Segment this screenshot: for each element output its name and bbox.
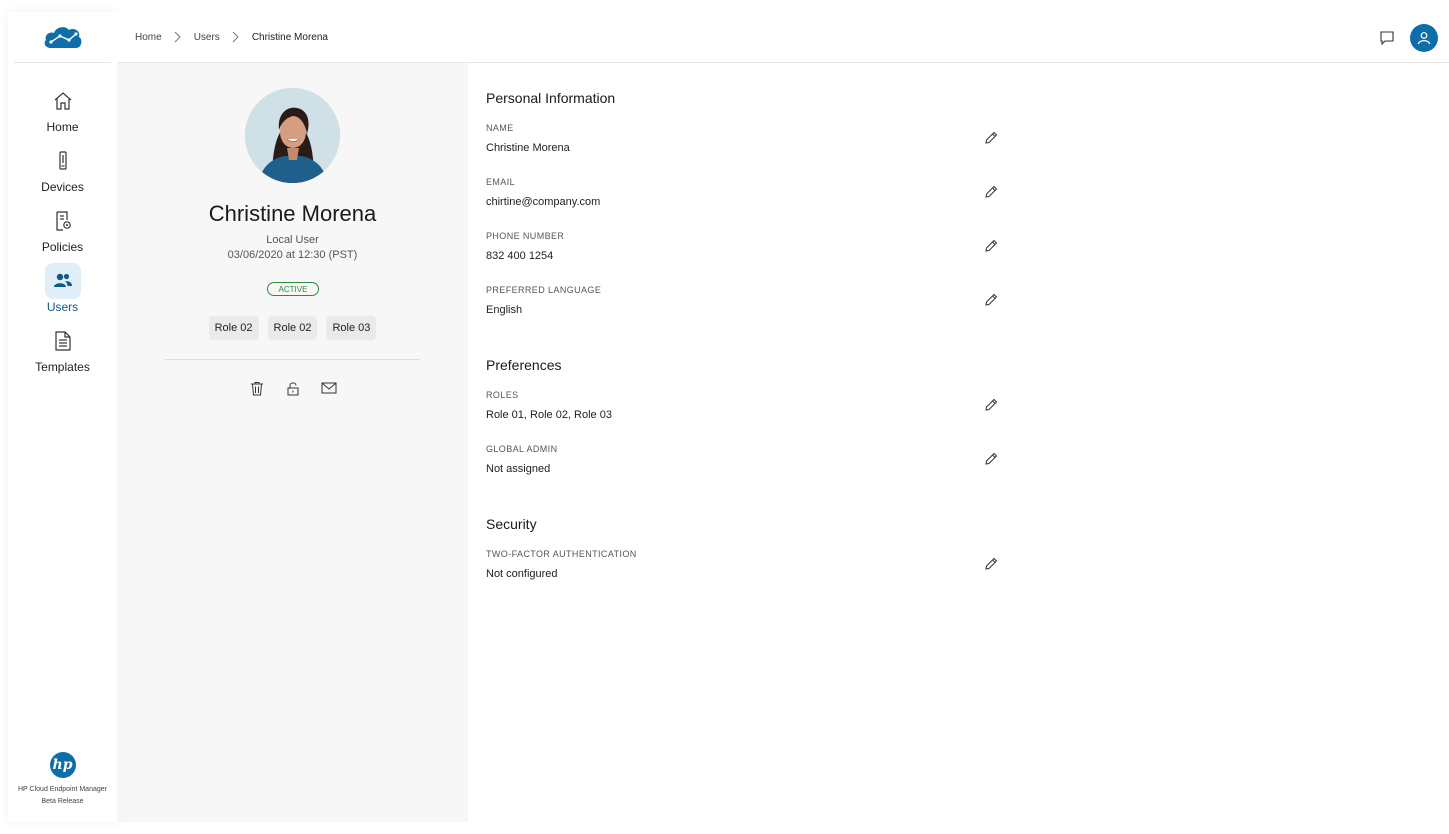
app-logo[interactable]	[14, 12, 111, 63]
global-admin-label: GLOBAL ADMIN	[486, 444, 558, 454]
user-avatar-button[interactable]	[1410, 24, 1438, 52]
brand-block: hp HP Cloud Endpoint Manager Beta Releas…	[8, 752, 117, 808]
two-factor-value: Not configured	[486, 568, 558, 580]
sidebar-nav: Home Devices Policies Users Templates	[8, 83, 117, 383]
edit-phone-icon[interactable]	[984, 239, 998, 253]
sidebar-item-label: Policies	[41, 240, 84, 254]
sidebar-item-devices[interactable]: Devices	[8, 143, 117, 203]
edit-email-icon[interactable]	[984, 185, 998, 199]
document-icon	[45, 323, 81, 359]
user-date: 03/06/2020 at 12:30 (PST)	[227, 249, 358, 261]
sidebar-item-label: Users	[46, 300, 79, 314]
role-chip[interactable]: Role 02	[208, 316, 259, 340]
cloud-network-icon	[44, 27, 81, 48]
language-value: English	[486, 304, 523, 316]
role-chips: Role 02 Role 02 Role 03	[117, 316, 468, 340]
lock-icon[interactable]	[285, 380, 301, 396]
role-chip[interactable]: Role 02	[267, 316, 318, 340]
name-value: Christine Morena	[486, 142, 570, 154]
user-type: Local User	[266, 234, 319, 246]
breadcrumb: Home Users Christine Morena	[135, 31, 328, 43]
section-title-personal: Personal Information	[486, 90, 616, 106]
status-badge: ACTIVE	[267, 282, 319, 296]
device-icon	[45, 143, 81, 179]
profile-name: Christine Morena	[208, 201, 377, 226]
global-admin-value: Not assigned	[486, 463, 551, 475]
sidebar-item-templates[interactable]: Templates	[8, 323, 117, 383]
sidebar-item-home[interactable]: Home	[8, 83, 117, 143]
sidebar-item-label: Home	[46, 120, 79, 134]
sidebar-item-policies[interactable]: Policies	[8, 203, 117, 263]
two-factor-label: TWO-FACTOR AUTHENTICATION	[486, 549, 637, 559]
breadcrumb-users[interactable]: Users	[194, 32, 220, 43]
edit-two-factor-icon[interactable]	[984, 557, 998, 571]
section-title-security: Security	[486, 516, 537, 532]
chevron-right-icon	[232, 31, 240, 43]
edit-roles-icon[interactable]	[984, 398, 998, 412]
home-icon	[45, 83, 81, 119]
name-label: NAME	[486, 123, 514, 133]
phone-label: PHONE NUMBER	[486, 231, 565, 241]
email-value: chirtine@company.com	[486, 196, 601, 208]
chat-icon[interactable]	[1379, 30, 1395, 51]
chevron-right-icon	[174, 31, 182, 43]
top-header: Home Users Christine Morena	[117, 12, 1449, 63]
divider	[165, 359, 420, 360]
policy-icon	[45, 203, 81, 239]
mail-icon[interactable]	[321, 380, 337, 396]
edit-name-icon[interactable]	[984, 131, 998, 145]
user-icon	[1417, 32, 1431, 45]
role-chip[interactable]: Role 03	[326, 316, 377, 340]
users-icon	[44, 263, 81, 299]
section-title-preferences: Preferences	[486, 357, 562, 373]
edit-global-admin-icon[interactable]	[984, 452, 998, 466]
breadcrumb-current: Christine Morena	[251, 31, 328, 43]
roles-value: Role 01, Role 02, Role 03	[486, 409, 612, 421]
roles-label: ROLES	[486, 390, 519, 400]
sidebar-item-label: Devices	[41, 180, 84, 194]
profile-photo	[245, 88, 340, 183]
release-label: Beta Release	[41, 798, 84, 805]
profile-actions	[117, 380, 468, 396]
phone-value: 832 400 1254	[486, 250, 554, 262]
sidebar-item-users[interactable]: Users	[8, 263, 117, 323]
sidebar: Home Devices Policies Users Templates hp…	[8, 12, 117, 822]
email-label: EMAIL	[486, 177, 516, 187]
sidebar-item-label: Templates	[35, 360, 90, 374]
language-label: PREFERRED LANGUAGE	[486, 285, 602, 295]
hp-logo: hp	[49, 752, 76, 778]
profile-panel: Christine Morena Local User 03/06/2020 a…	[117, 63, 468, 822]
product-name: HP Cloud Endpoint Manager	[18, 786, 107, 793]
breadcrumb-home[interactable]: Home	[135, 32, 162, 43]
trash-icon[interactable]	[249, 380, 265, 396]
edit-language-icon[interactable]	[984, 293, 998, 307]
